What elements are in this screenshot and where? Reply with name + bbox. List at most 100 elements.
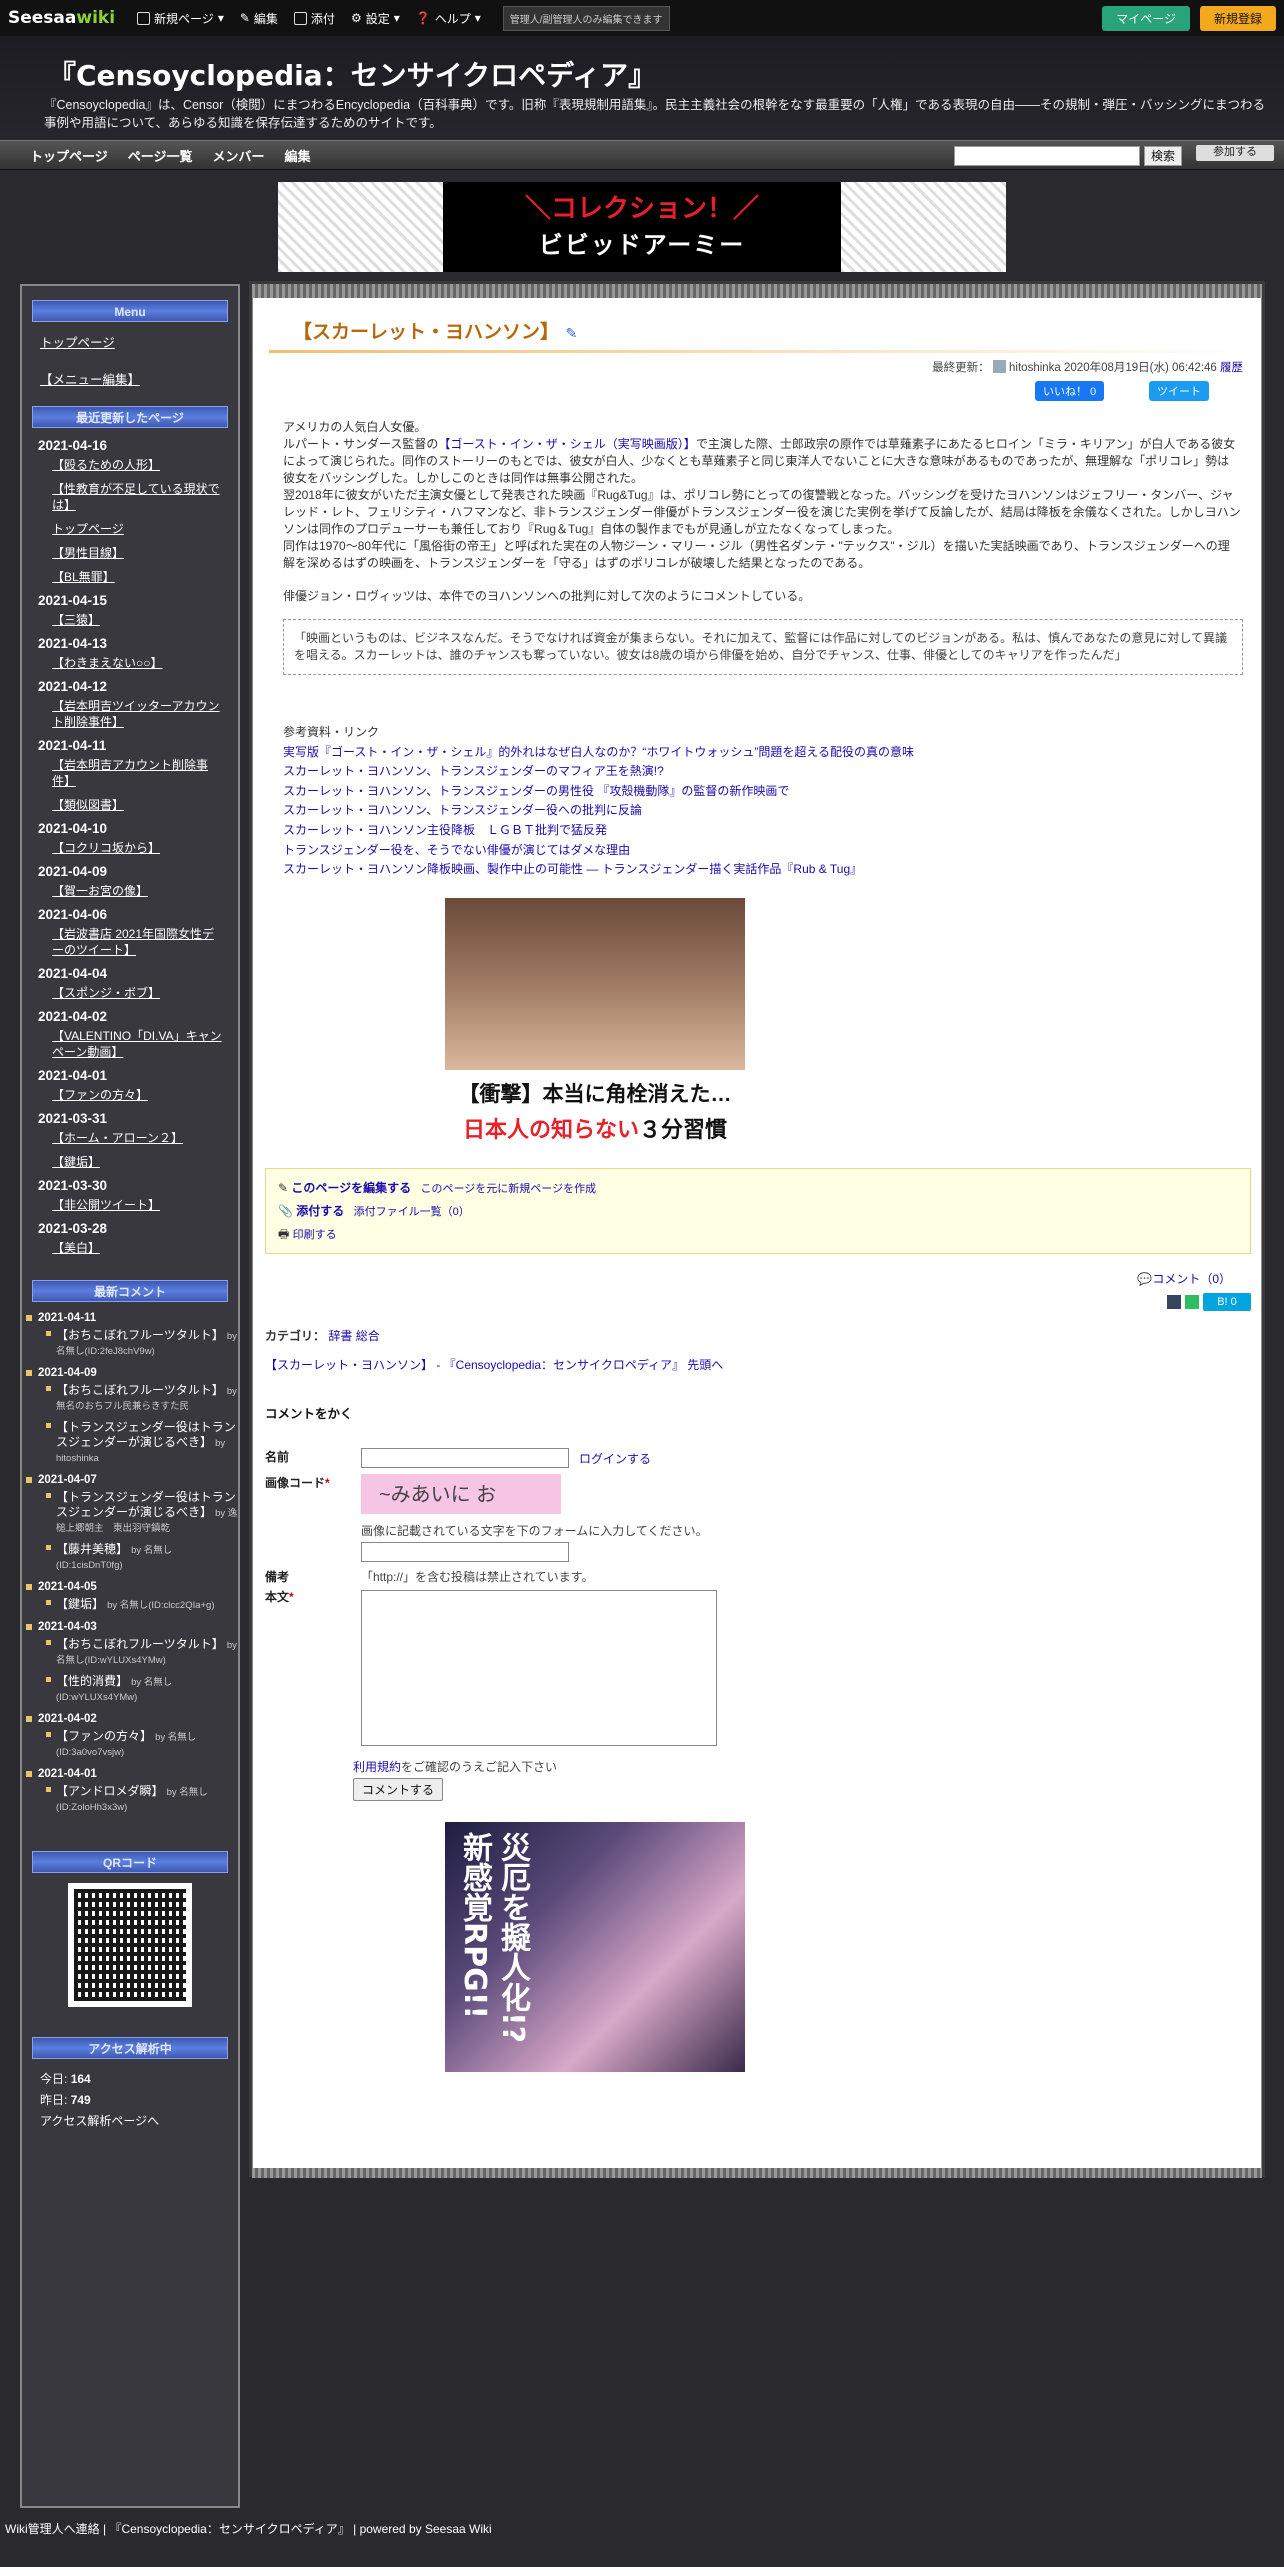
recent-page-link[interactable]: 【性教育が不足している現状では】 <box>52 481 222 513</box>
recent-page-link[interactable]: 【殴るための人形】 <box>52 457 222 473</box>
recent-page-link[interactable]: 【三猿】 <box>52 612 222 628</box>
comment-textarea[interactable] <box>361 1589 717 1746</box>
recent-page-link[interactable]: 【岩波書店 2021年国際女性デーのツイート】 <box>52 926 222 958</box>
nav-top[interactable]: トップページ <box>30 146 108 165</box>
comment-item: 【おちこぼれフルーツタルト】 by 名無し(ID:wYLUXs4YMw) <box>46 1637 238 1668</box>
recent-date: 2021-04-01 <box>38 1068 108 1083</box>
new-page-menu[interactable]: 新規ページ ▾ <box>137 10 224 27</box>
seesaa-wiki-link[interactable]: Seesaa Wiki <box>425 2522 492 2536</box>
recent-page-link[interactable]: 【鍵垢】 <box>52 1154 222 1170</box>
reference-link[interactable]: 実写版『ゴースト・イン・ザ・シェル』的外れはなぜ白人なのか？“ホワイトウォッシュ… <box>283 743 1251 763</box>
ad-skincare[interactable]: 【衝撃】本当に角栓消えた… 日本人の知らない３分習慣 <box>445 897 745 1148</box>
new-page-from-link[interactable]: このページを元に新規ページを作成 <box>421 1183 597 1195</box>
login-link[interactable]: ログインする <box>579 1450 651 1467</box>
comment-page-link[interactable]: 【トランスジェンダー役はトランスジェンダーが演じるべき】 <box>56 1490 236 1519</box>
register-button[interactable]: 新規登録 <box>1199 6 1276 31</box>
recent-page-link[interactable]: 【男性目線】 <box>52 545 222 561</box>
comment-page-link[interactable]: 【ファンの方々】 <box>56 1729 152 1743</box>
mypage-button[interactable]: マイページ <box>1102 6 1190 31</box>
reference-link[interactable]: トランスジェンダー役を、そうでない俳優が演じてはダメな理由 <box>283 841 1251 861</box>
access-analysis-link[interactable]: アクセス解析ページへ <box>40 2114 159 2128</box>
reference-link[interactable]: スカーレット・ヨハンソン降板映画、製作中止の可能性 ― トランスジェンダー描く実… <box>283 860 1251 880</box>
comment-author: by 名無し(ID:clcc2QIa+g) <box>107 1600 215 1611</box>
edit-menu[interactable]: ✎ 編集 <box>240 10 278 27</box>
ad-subline: 日本人の知らない３分習慣 <box>462 1116 728 1142</box>
captcha-input[interactable] <box>361 1541 569 1562</box>
recent-date: 2021-04-09 <box>38 864 108 879</box>
ghost-in-the-shell-link[interactable]: 【ゴースト・イン・ザ・シェル（実写映画版）】 <box>438 437 695 451</box>
name-input[interactable] <box>361 1447 569 1468</box>
edit-page-link[interactable]: このページを編集する <box>291 1181 411 1195</box>
attach-menu[interactable]: 添付 <box>293 10 335 27</box>
recent-page-link[interactable]: 【わきまえない○○】 <box>52 655 222 671</box>
global-nav: トップページ ページ一覧 メンバー 編集 検索 参加する <box>0 140 1284 170</box>
banner-tagline: ＼コレクション！／ <box>524 194 759 224</box>
reference-link[interactable]: スカーレット・ヨハンソン主役降板 ＬＧＢＴ批判で猛反発 <box>283 821 1251 841</box>
print-link[interactable]: 印刷する <box>293 1229 337 1241</box>
recent-page-link[interactable]: 【ファンの方々】 <box>52 1087 222 1103</box>
attach-link[interactable]: 添付する <box>296 1204 344 1218</box>
tumblr-icon[interactable] <box>1167 1294 1181 1309</box>
tweet-button[interactable]: ツイート <box>1149 381 1209 401</box>
history-link[interactable]: 履歴 <box>1220 362 1243 374</box>
footer: Wiki管理人へ連絡 | 『Censoyclopedia：センサイクロペディア』… <box>5 2522 492 2536</box>
nav-edit[interactable]: 編集 <box>285 146 311 165</box>
ad-banner[interactable]: ＼コレクション！／ ビビッドアーミー <box>278 182 1006 272</box>
help-menu[interactable]: ❓ ヘルプ ▾ <box>416 10 481 27</box>
recent-page-link[interactable]: 【スポンジ・ボブ】 <box>52 985 222 1001</box>
settings-menu[interactable]: ⚙ 設定 ▾ <box>351 10 400 27</box>
hatena-bookmark-button[interactable]: B! 0 <box>1203 1292 1251 1311</box>
search-input[interactable] <box>954 146 1140 166</box>
comment-page-link[interactable]: 【アンドロメダ瞬】 <box>56 1784 164 1798</box>
comment-item: 【性的消費】 by 名無し(ID:wYLUXs4YMw) <box>46 1674 238 1705</box>
reference-link[interactable]: スカーレット・ヨハンソン、トランスジェンダーのマフィア王を熱演!? <box>283 762 1251 782</box>
reference-link[interactable]: スカーレット・ヨハンソン、トランスジェンダーの男性役 『攻殻機動隊』の監督の新作… <box>283 782 1251 802</box>
comment-page-link[interactable]: 【藤井美穂】 <box>56 1542 128 1556</box>
category-dictionary[interactable]: 辞書 <box>328 1329 352 1343</box>
footer-site-link[interactable]: 『Censoyclopedia：センサイクロペディア』 <box>109 2522 349 2536</box>
submit-comment-button[interactable]: コメントする <box>353 1777 444 1801</box>
recent-page-link[interactable]: トップページ <box>52 521 222 537</box>
search-button[interactable]: 検索 <box>1144 146 1182 166</box>
comment-page-link[interactable]: 【おちこぼれフルーツタルト】 <box>56 1383 224 1397</box>
nav-members[interactable]: メンバー <box>213 146 265 165</box>
recent-date: 2021-03-28 <box>38 1221 108 1236</box>
attach-list-link[interactable]: 添付ファイル一覧（0） <box>354 1206 470 1218</box>
nav-page-list[interactable]: ページ一覧 <box>128 146 193 165</box>
menu-top-link[interactable]: トップページ <box>40 332 238 351</box>
comment-page-link[interactable]: 【鍵垢】 <box>56 1597 104 1611</box>
recent-page-link[interactable]: 【ホーム・アローン２】 <box>52 1130 222 1146</box>
category-general[interactable]: 総合 <box>356 1329 380 1343</box>
recent-page-link[interactable]: 【類似図書】 <box>52 797 222 813</box>
comment-page-link[interactable]: 【トランスジェンダー役はトランスジェンダーが演じるべき】 <box>56 1420 236 1449</box>
site-title[interactable]: 『Censoyclopedia：センサイクロペディア』 <box>48 54 656 94</box>
facebook-like-button[interactable]: いいね！ 0 <box>1035 381 1105 401</box>
join-button[interactable]: 参加する <box>1196 145 1274 161</box>
terms-link[interactable]: 利用規約 <box>353 1760 401 1774</box>
reference-link[interactable]: スカーレット・ヨハンソン、トランスジェンダー役への批判に反論 <box>283 801 1251 821</box>
article-body: アメリカの人気白人女優。 ルパート・サンダース監督の【ゴースト・イン・ザ・シェル… <box>263 419 1251 675</box>
recent-page-link[interactable]: 【コクリコ坂から】 <box>52 840 222 856</box>
evernote-icon[interactable] <box>1185 1294 1199 1309</box>
recent-page-link[interactable]: 【岩本明吉ツイッターアカウント削除事件】 <box>52 698 222 730</box>
menu-edit-link[interactable]: 【メニュー編集】 <box>40 369 238 388</box>
recent-page-link[interactable]: 【賀一お宮の像】 <box>52 883 222 899</box>
comment-form-heading: コメントをかく <box>265 1406 353 1421</box>
paragraph: 俳優ジョン・ロヴィッツは、本件でのヨハンソンへの批判に対して次のようにコメントし… <box>283 589 811 603</box>
comment-page-link[interactable]: 【おちこぼれフルーツタルト】 <box>56 1637 224 1651</box>
contact-admin-link[interactable]: Wiki管理人へ連絡 <box>5 2522 100 2536</box>
access-heading: アクセス解析中 <box>32 2037 228 2059</box>
recent-page-link[interactable]: 【VALENTINO「DI.VA」キャンペーン動画】 <box>52 1028 222 1060</box>
gear-icon: ⚙ <box>350 11 362 25</box>
recent-page-link[interactable]: 【岩本明吉アカウント削除事件】 <box>52 757 222 789</box>
edit-pencil-icon[interactable]: ✎ <box>566 326 578 342</box>
recent-page-link[interactable]: 【美白】 <box>52 1240 222 1256</box>
ad-rpg[interactable]: 災厄を擬人化!? 新感覚RPG!! <box>445 1821 745 2072</box>
breadcrumb[interactable]: 【スカーレット・ヨハンソン】 - 『Censoyclopedia：センサイクロペ… <box>265 1358 723 1372</box>
comment-page-link[interactable]: 【性的消費】 <box>56 1674 128 1688</box>
seesaa-wiki-logo[interactable]: Seesaawiki <box>8 8 115 28</box>
recent-page-link[interactable]: 【BL無罪】 <box>52 569 222 585</box>
comment-count-link[interactable]: コメント（0） <box>1152 1272 1231 1286</box>
recent-page-link[interactable]: 【非公開ツイート】 <box>52 1197 222 1213</box>
comment-page-link[interactable]: 【おちこぼれフルーツタルト】 <box>56 1328 224 1342</box>
